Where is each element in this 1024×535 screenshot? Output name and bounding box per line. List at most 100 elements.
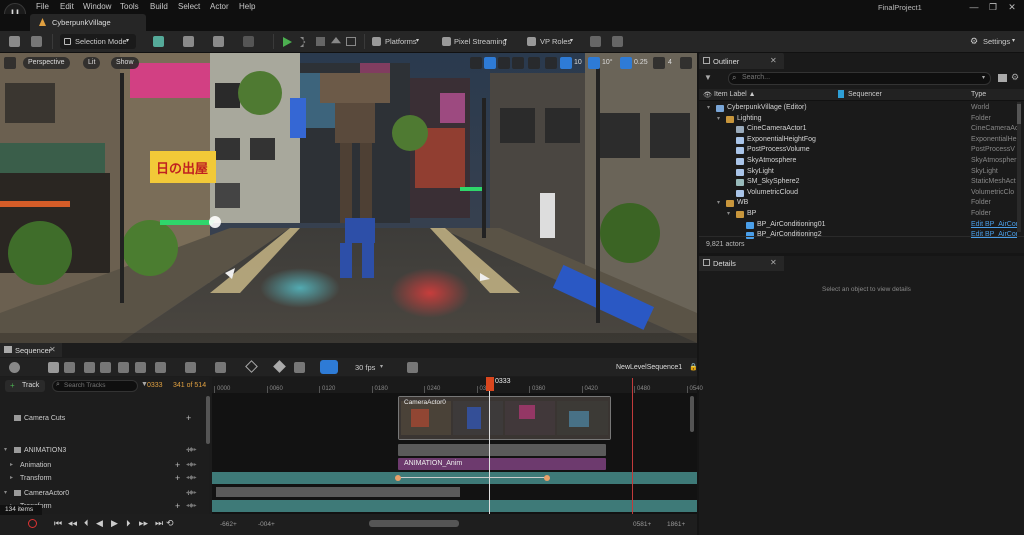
outliner-row[interactable]: SkyLight SkyLight <box>699 167 1024 178</box>
outliner-row[interactable]: PostProcessVolume PostProcessV <box>699 145 1024 156</box>
track-row[interactable]: ▾ ANIMATION3 + ◂◆▸ <box>0 444 209 457</box>
column-type[interactable]: Type <box>971 91 986 98</box>
expand-chevron-icon[interactable]: ▾ <box>727 209 730 220</box>
cinematics-icon[interactable] <box>213 36 224 47</box>
scale-tool-icon[interactable] <box>512 57 524 69</box>
playhead-line[interactable] <box>489 378 490 514</box>
expand-chevron-icon[interactable]: ▾ <box>4 444 7 457</box>
reverse-icon[interactable]: ◀ <box>96 518 103 529</box>
key-navigation[interactable]: ◂◆▸ <box>186 459 197 472</box>
outliner-row[interactable]: SkyAtmosphere SkyAtmospher <box>699 156 1024 167</box>
menu-build[interactable]: Build <box>150 2 168 11</box>
scale-snap-icon[interactable] <box>620 57 632 69</box>
close-icon[interactable]: ✕ <box>770 56 777 65</box>
outliner-row[interactable]: CineCameraActor1 CineCameraAct <box>699 124 1024 135</box>
surface-snap-icon[interactable] <box>545 57 557 69</box>
snap-toggle-icon[interactable] <box>320 360 338 374</box>
cpu-icon[interactable] <box>612 36 623 47</box>
curve-editor-icon[interactable] <box>155 362 166 373</box>
add-track-button[interactable]: + <box>175 472 180 485</box>
range-start-inner[interactable]: -004+ <box>258 521 275 528</box>
menu-edit[interactable]: Edit <box>60 2 74 11</box>
range-end[interactable]: 1861+ <box>667 521 685 528</box>
animation3-section[interactable] <box>398 444 606 456</box>
expand-chevron-icon[interactable]: ▾ <box>717 198 720 209</box>
viewport-options-icon[interactable] <box>4 57 16 69</box>
stop-icon[interactable] <box>316 37 325 46</box>
grid-snap-value[interactable]: 10 <box>574 59 582 66</box>
save-sequence-icon[interactable] <box>48 362 59 373</box>
sequence-name[interactable]: NewLevelSequence1 <box>616 364 682 371</box>
camera-actor-section[interactable] <box>216 487 460 497</box>
filter-icon[interactable]: ▼ <box>704 73 712 82</box>
outliner-row[interactable]: ExponentialHeightFog ExponentialHe <box>699 135 1024 146</box>
content-browser-icon[interactable] <box>31 36 42 47</box>
rotation-snap-icon[interactable] <box>588 57 600 69</box>
menu-help[interactable]: Help <box>239 2 255 11</box>
end-range-marker[interactable] <box>632 378 633 514</box>
add-track-button[interactable]: + <box>186 412 191 425</box>
save-icon[interactable] <box>9 36 20 47</box>
menu-window[interactable]: Window <box>83 2 111 11</box>
rotation-snap-value[interactable]: 10° <box>602 59 613 66</box>
undo-history-icon[interactable] <box>243 36 254 47</box>
track-list-scrollbar[interactable] <box>206 396 210 444</box>
playback-options-icon[interactable] <box>118 362 129 373</box>
outliner-row[interactable]: ▾ Lighting Folder <box>699 114 1024 125</box>
transform-track-bar[interactable] <box>212 472 697 484</box>
frame-rate-dropdown[interactable]: 30 fps <box>355 363 375 372</box>
edit-mode-icon[interactable] <box>294 362 305 373</box>
outliner-row[interactable]: ▾ BP Folder <box>699 209 1024 220</box>
camera-speed-icon[interactable] <box>653 57 665 69</box>
current-frame[interactable]: 0333 <box>147 382 163 389</box>
view-options-icon[interactable] <box>185 362 196 373</box>
grid-snap-icon[interactable] <box>560 57 572 69</box>
edit-blueprint-link[interactable]: Edit BP_AirCor <box>971 220 1017 231</box>
track-row[interactable]: Camera Cuts + <box>0 412 209 425</box>
track-row[interactable]: ▾ CameraActor0 + ◂◆▸ <box>0 487 209 500</box>
play-icon[interactable] <box>283 37 292 47</box>
loop-icon[interactable]: ⟲ <box>166 518 174 529</box>
select-tool-icon[interactable] <box>470 57 482 69</box>
range-end-inner[interactable]: 0581+ <box>633 521 651 528</box>
pixel-streaming-menu[interactable]: Pixel Streaming <box>454 35 507 48</box>
play-options-icon[interactable] <box>346 37 356 46</box>
menu-actor[interactable]: Actor <box>210 2 229 11</box>
scale-snap-value[interactable]: 0.25 <box>634 59 648 66</box>
next-key-icon[interactable]: ▸▸ <box>139 518 148 529</box>
add-actor-icon[interactable] <box>153 36 164 47</box>
key-navigation[interactable]: ◂◆▸ <box>186 487 197 500</box>
outliner-scroll-thumb[interactable] <box>1017 104 1021 124</box>
menu-file[interactable]: File <box>36 2 49 11</box>
key-options-icon[interactable] <box>135 362 146 373</box>
key-navigation[interactable]: ◂◆▸ <box>186 444 197 457</box>
keyframe[interactable] <box>544 475 550 481</box>
maximize-button[interactable]: ❐ <box>985 2 1001 13</box>
platforms-menu[interactable]: Platforms <box>385 35 417 48</box>
lit-mode-button[interactable]: Lit <box>83 57 101 69</box>
close-icon[interactable]: ✕ <box>770 258 777 267</box>
menu-select[interactable]: Select <box>178 2 200 11</box>
track-scrollbar[interactable] <box>690 396 694 432</box>
render-movie-icon[interactable] <box>100 362 111 373</box>
range-start[interactable]: -662+ <box>220 521 237 528</box>
playhead-marker[interactable] <box>486 377 494 391</box>
find-asset-icon[interactable] <box>64 362 75 373</box>
lock-icon[interactable]: 🔒 <box>689 363 698 371</box>
settings-menu[interactable]: Settings <box>983 35 1010 48</box>
close-window-button[interactable]: ✕ <box>1004 2 1020 13</box>
track-row[interactable]: ▸ Transform + ◂◆▸ <box>0 472 209 485</box>
expand-chevron-icon[interactable]: ▾ <box>717 114 720 125</box>
visibility-column-icon[interactable]: 👁 <box>703 91 712 99</box>
level-viewport[interactable]: 日の出屋 <box>0 53 697 343</box>
add-track-button[interactable]: + <box>175 459 180 472</box>
track-row[interactable]: ▸ Animation + ◂◆▸ <box>0 459 209 472</box>
add-folder-icon[interactable] <box>998 74 1007 82</box>
jump-start-icon[interactable]: ⏮ <box>54 518 62 529</box>
add-track-button[interactable]: + <box>175 500 180 513</box>
perspective-button[interactable]: Perspective <box>23 57 70 69</box>
settings-icon[interactable]: ⚙ <box>1011 72 1019 83</box>
vp-icon[interactable] <box>590 36 601 47</box>
outliner-row[interactable]: SM_SkySphere2 StaticMeshAct <box>699 177 1024 188</box>
minimize-button[interactable]: — <box>966 2 982 12</box>
